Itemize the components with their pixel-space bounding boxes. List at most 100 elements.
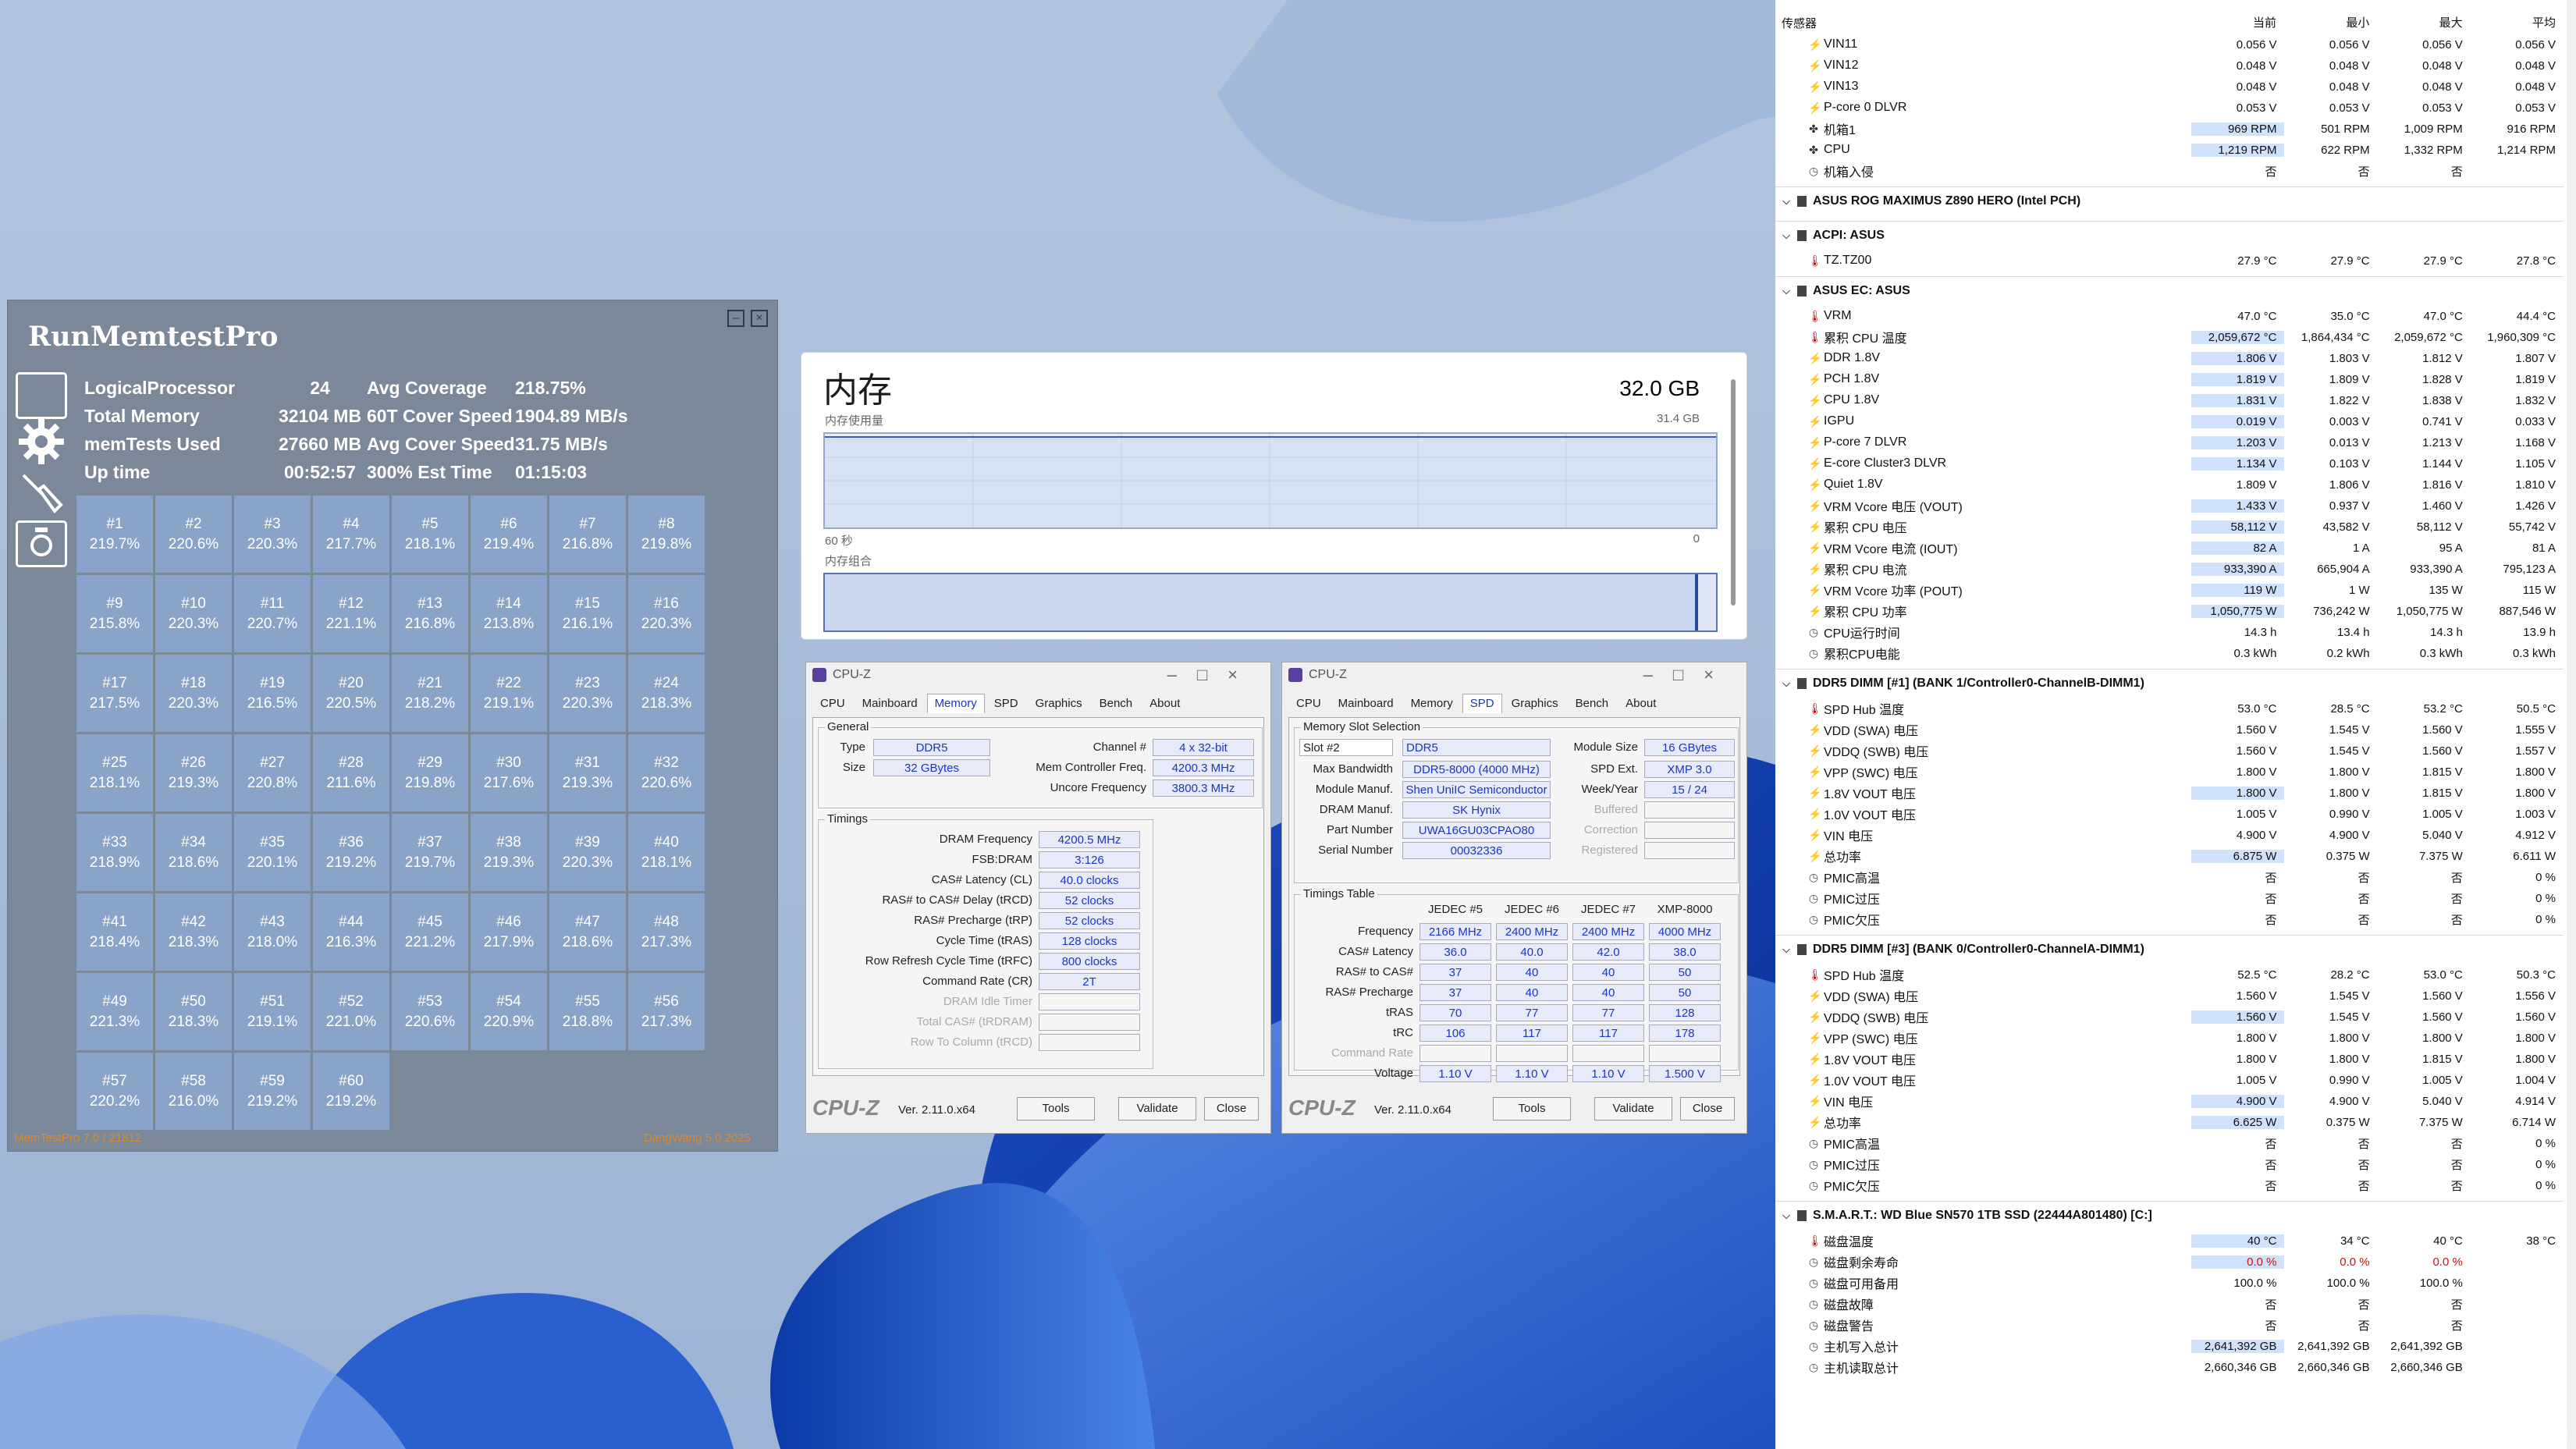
sensor-row[interactable]: ⚡ VRM Vcore 电压 (VOUT) 1.433 V 0.937 V 1.460 … bbox=[1775, 495, 2564, 516]
sensor-row[interactable]: ⚡ VIN13 0.048 V 0.048 V 0.048 V 0.048 V bbox=[1775, 76, 2564, 97]
chevron-down-icon[interactable]: ⌵ bbox=[1775, 285, 1797, 297]
sensor-row[interactable]: ⚡ VIN11 0.056 V 0.056 V 0.056 V 0.056 V bbox=[1775, 34, 2564, 55]
sensor-row[interactable]: ◷ 磁盘故障 否 否 否 bbox=[1775, 1294, 2564, 1314]
tab-about[interactable]: About bbox=[1618, 694, 1664, 713]
sensor-row[interactable]: ⚡ VIN12 0.048 V 0.048 V 0.048 V 0.048 V bbox=[1775, 55, 2564, 76]
close-button[interactable]: Close bbox=[1680, 1097, 1735, 1120]
tab-spd[interactable]: SPD bbox=[1462, 694, 1502, 713]
sensor-group-header[interactable]: ⌵ DDR5 DIMM [#1] (BANK 1/Controller0-Chan… bbox=[1775, 673, 2564, 694]
sensor-row[interactable]: ⚡ 累积 CPU 功率 1,050,775 W 736,242 W 1,050,775 … bbox=[1775, 601, 2564, 621]
sensor-row[interactable]: 🌡 SPD Hub 温度 53.0 °C 28.5 °C 53.2 °C 50.5 °C bbox=[1775, 698, 2564, 719]
sensor-row[interactable]: ⚡ 总功率 6.625 W 0.375 W 7.375 W 6.714 W bbox=[1775, 1112, 2564, 1132]
sensor-group-header[interactable]: ⌵ DDR5 DIMM [#3] (BANK 0/Controller0-Chan… bbox=[1775, 939, 2564, 960]
close-button[interactable]: × bbox=[751, 310, 768, 327]
sensor-row[interactable]: ⚡ 1.0V VOUT 电压 1.005 V 0.990 V 1.005 V 1.003 … bbox=[1775, 804, 2564, 824]
sensor-row[interactable]: ⚡ VDD (SWA) 电压 1.560 V 1.545 V 1.560 V 1.555 … bbox=[1775, 719, 2564, 740]
sensor-row[interactable]: ⚡ 1.0V VOUT 电压 1.005 V 0.990 V 1.005 V 1.004 … bbox=[1775, 1070, 2564, 1090]
sensor-row[interactable]: ◷ 机箱入侵 否 否 否 bbox=[1775, 161, 2564, 181]
sensor-row[interactable]: ◷ PMIC高温 否 否 否 0 % bbox=[1775, 867, 2564, 887]
sensor-row[interactable]: ⚡ VDDQ (SWB) 电压 1.560 V 1.545 V 1.560 V 1.557… bbox=[1775, 740, 2564, 761]
slot-select[interactable]: Slot #2 bbox=[1299, 739, 1393, 756]
sensor-row[interactable]: ⚡ Quiet 1.8V 1.809 V 1.806 V 1.816 V 1.810 V bbox=[1775, 474, 2564, 495]
sensor-row[interactable]: 🌡 磁盘温度 40 °C 34 °C 40 °C 38 °C bbox=[1775, 1231, 2564, 1251]
sensor-row[interactable]: ✤ CPU 1,219 RPM 622 RPM 1,332 RPM 1,214 RPM bbox=[1775, 140, 2564, 160]
sensor-group-header[interactable]: ⌵ ACPI: ASUS bbox=[1775, 226, 2564, 246]
monitor-icon[interactable] bbox=[16, 372, 67, 419]
tab-memory[interactable]: Memory bbox=[1403, 694, 1461, 713]
sensor-row[interactable]: ✤ 机箱1 969 RPM 501 RPM 1,009 RPM 916 RPM bbox=[1775, 119, 2564, 139]
sensor-row[interactable]: 🌡 TZ.TZ00 27.9 °C 27.9 °C 27.9 °C 27.8 °C bbox=[1775, 250, 2564, 271]
window-controls[interactable]: –□× bbox=[1167, 662, 1258, 687]
sensor-row[interactable]: ◷ 主机写入总计 2,641,392 GB 2,641,392 GB 2,641,392… bbox=[1775, 1336, 2564, 1356]
sensor-row[interactable]: ◷ PMIC欠压 否 否 否 0 % bbox=[1775, 909, 2564, 929]
sensor-row[interactable]: ◷ 磁盘警告 否 否 否 bbox=[1775, 1315, 2564, 1335]
sensor-row[interactable]: ◷ PMIC过压 否 否 否 0 % bbox=[1775, 1154, 2564, 1174]
scrollbar[interactable] bbox=[1731, 379, 1736, 606]
tab-about[interactable]: About bbox=[1142, 694, 1188, 713]
sensor-row[interactable]: ⚡ VPP (SWC) 电压 1.800 V 1.800 V 1.800 V 1.800 … bbox=[1775, 1028, 2564, 1048]
sensor-row[interactable]: ⚡ 总功率 6.875 W 0.375 W 7.375 W 6.611 W bbox=[1775, 846, 2564, 866]
sensor-row[interactable]: ⚡ VRM Vcore 功率 (POUT) 119 W1 W 135 W 115 W bbox=[1775, 580, 2564, 600]
scrollbar[interactable] bbox=[2567, 0, 2576, 1449]
validate-button[interactable]: Validate bbox=[1594, 1097, 1672, 1120]
sensor-row[interactable]: ⚡ IGPU 0.019 V 0.003 V 0.741 V 0.033 V bbox=[1775, 411, 2564, 432]
column-header[interactable]: 传感器 bbox=[1775, 14, 2191, 31]
column-header[interactable]: 平均 bbox=[2471, 14, 2564, 31]
gear-icon[interactable] bbox=[16, 416, 67, 464]
broom-icon[interactable] bbox=[16, 467, 67, 514]
tab-bench[interactable]: Bench bbox=[1568, 694, 1617, 713]
sensor-row[interactable]: ⚡ VIN 电压 4.900 V 4.900 V 5.040 V 4.914 V bbox=[1775, 1091, 2564, 1111]
sensor-row[interactable]: ◷ 累积CPU电能 0.3 kWh 0.2 kWh 0.3 kWh 0.3 kWh bbox=[1775, 643, 2564, 663]
sensor-row[interactable]: ⚡ VRM Vcore 电流 (IOUT) 82 A1 A 95 A 81 A bbox=[1775, 538, 2564, 558]
sensor-row[interactable]: ⚡ CPU 1.8V 1.831 V 1.822 V 1.838 V 1.832 V bbox=[1775, 390, 2564, 410]
sensor-group-header[interactable]: ⌵ ASUS EC: ASUS bbox=[1775, 281, 2564, 301]
tab-mainboard[interactable]: Mainboard bbox=[1331, 694, 1402, 713]
column-header[interactable]: 当前 bbox=[2191, 14, 2284, 31]
sensor-row[interactable]: ◷ CPU运行时间 14.3 h 13.4 h 14.3 h 13.9 h bbox=[1775, 622, 2564, 642]
chevron-down-icon[interactable]: ⌵ bbox=[1775, 943, 1797, 956]
column-header[interactable]: 最大 bbox=[2377, 14, 2470, 31]
sensor-row[interactable]: ◷ PMIC高温 否 否 否 0 % bbox=[1775, 1133, 2564, 1153]
validate-button[interactable]: Validate bbox=[1118, 1097, 1196, 1120]
tab-spd[interactable]: SPD bbox=[986, 694, 1026, 713]
tab-graphics[interactable]: Graphics bbox=[1028, 694, 1090, 713]
tab-graphics[interactable]: Graphics bbox=[1504, 694, 1566, 713]
sensor-row[interactable]: 🌡 VRM 47.0 °C 35.0 °C 47.0 °C 44.4 °C bbox=[1775, 306, 2564, 326]
sensor-row[interactable]: ⚡ P-core 0 DLVR 0.053 V 0.053 V 0.053 V 0.053… bbox=[1775, 98, 2564, 118]
sensor-row[interactable]: ⚡ 1.8V VOUT 电压 1.800 V 1.800 V 1.815 V 1.800 … bbox=[1775, 783, 2564, 803]
chevron-down-icon[interactable]: ⌵ bbox=[1775, 1209, 1797, 1222]
window-controls[interactable]: –□× bbox=[1643, 662, 1734, 687]
sensor-row[interactable]: ⚡ VPP (SWC) 电压 1.800 V 1.800 V 1.815 V 1.800 … bbox=[1775, 762, 2564, 782]
sensor-row[interactable]: ◷ 主机读取总计 2,660,346 GB 2,660,346 GB 2,660,346… bbox=[1775, 1357, 2564, 1377]
sensor-row[interactable]: ⚡ VDD (SWA) 电压 1.560 V 1.545 V 1.560 V 1.556 … bbox=[1775, 986, 2564, 1006]
tab-cpu[interactable]: CPU bbox=[1288, 694, 1329, 713]
sensor-group-header[interactable]: ⌵ ASUS ROG MAXIMUS Z890 HERO (Intel PCH) bbox=[1775, 191, 2564, 211]
tab-bench[interactable]: Bench bbox=[1092, 694, 1141, 713]
sensor-row[interactable]: 🌡 SPD Hub 温度 52.5 °C 28.2 °C 53.0 °C 50.3 °C bbox=[1775, 964, 2564, 985]
sensor-row[interactable]: ⚡ 累积 CPU 电流 933,390 A 665,904 A 933,390 A 795… bbox=[1775, 559, 2564, 579]
sensor-row[interactable]: 🌡 累积 CPU 温度 2,059,672 °C 1,864,434 °C 2,059,… bbox=[1775, 327, 2564, 347]
sensor-row[interactable]: ⚡ 累积 CPU 电压 58,112 V 43,582 V 58,112 V 55,742… bbox=[1775, 517, 2564, 537]
sensor-row[interactable]: ◷ 磁盘可用备用 100.0 % 100.0 % 100.0 % bbox=[1775, 1273, 2564, 1293]
sensor-row[interactable]: ⚡ VIN 电压 4.900 V 4.900 V 5.040 V 4.912 V bbox=[1775, 825, 2564, 845]
minimize-button[interactable]: – bbox=[727, 310, 744, 327]
sensor-row[interactable]: ⚡ DDR 1.8V 1.806 V 1.803 V 1.812 V 1.807 V bbox=[1775, 348, 2564, 368]
sensor-row[interactable]: ⚡ PCH 1.8V 1.819 V 1.809 V 1.828 V 1.819 V bbox=[1775, 369, 2564, 389]
tools-button[interactable]: Tools bbox=[1493, 1097, 1571, 1120]
sensor-group-header[interactable]: ⌵ S.M.A.R.T.: WD Blue SN570 1TB SSD (2244… bbox=[1775, 1206, 2564, 1226]
sensor-row[interactable]: ⚡ 1.8V VOUT 电压 1.800 V 1.800 V 1.815 V 1.800 … bbox=[1775, 1049, 2564, 1069]
sensor-row[interactable]: ⚡ E-core Cluster3 DLVR 1.134 V 0.103 V 1.144… bbox=[1775, 453, 2564, 474]
sensor-row[interactable]: ◷ PMIC过压 否 否 否 0 % bbox=[1775, 888, 2564, 908]
tab-cpu[interactable]: CPU bbox=[812, 694, 853, 713]
chevron-down-icon[interactable]: ⌵ bbox=[1775, 195, 1797, 208]
chevron-down-icon[interactable]: ⌵ bbox=[1775, 677, 1797, 690]
tab-mainboard[interactable]: Mainboard bbox=[855, 694, 926, 713]
sensor-row[interactable]: ⚡ VDDQ (SWB) 电压 1.560 V 1.545 V 1.560 V 1.560… bbox=[1775, 1007, 2564, 1027]
close-button[interactable]: Close bbox=[1204, 1097, 1259, 1120]
camera-icon[interactable] bbox=[16, 520, 67, 567]
tab-memory[interactable]: Memory bbox=[926, 694, 985, 713]
sensor-row[interactable]: ◷ 磁盘剩余寿命 0.0 % 0.0 % 0.0 % bbox=[1775, 1252, 2564, 1272]
tools-button[interactable]: Tools bbox=[1017, 1097, 1095, 1120]
column-header[interactable]: 最小 bbox=[2284, 14, 2377, 31]
chevron-down-icon[interactable]: ⌵ bbox=[1775, 229, 1797, 242]
